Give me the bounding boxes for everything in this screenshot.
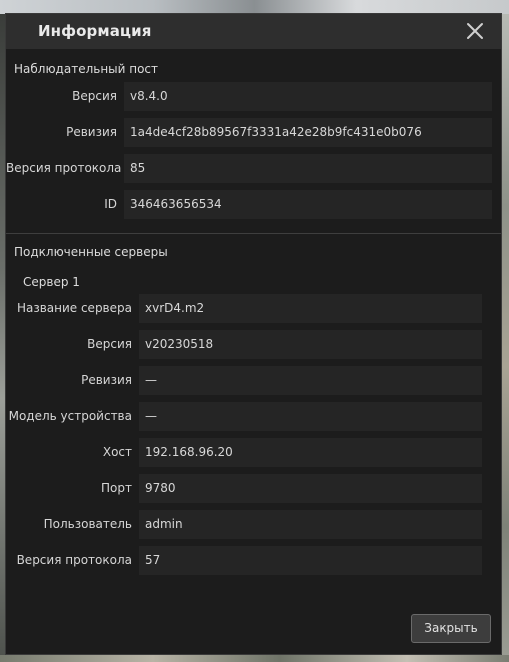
field-label: Модель устройства bbox=[8, 409, 132, 423]
dialog-title: Информация bbox=[38, 22, 152, 40]
field-label: Версия протокола bbox=[16, 553, 132, 567]
field-label: Название сервера bbox=[16, 301, 132, 315]
dialog-titlebar: Информация bbox=[6, 14, 501, 49]
section-divider bbox=[6, 233, 501, 234]
field-row-revision: Ревизия 1a4de4cf28b89567f3331a42e28b9fc4… bbox=[6, 118, 501, 147]
server-field-row-name: Название сервера xvrD4.m2 bbox=[6, 294, 501, 323]
background-video-bottom bbox=[0, 655, 509, 662]
field-row-version: Версия v8.4.0 bbox=[6, 82, 501, 111]
observation-post-heading: Наблюдательный пост bbox=[14, 62, 159, 76]
server-field-row-device-model: Модель устройства — bbox=[6, 402, 501, 431]
field-value: 85 bbox=[124, 154, 492, 183]
server-field-row-user: Пользователь admin bbox=[6, 510, 501, 539]
field-row-id: ID 346463656534 bbox=[6, 190, 501, 219]
close-button[interactable]: Закрыть bbox=[411, 614, 491, 643]
field-label: Хост bbox=[102, 445, 132, 459]
field-label: ID bbox=[104, 197, 117, 211]
field-value: 1a4de4cf28b89567f3331a42e28b9fc431e0b076 bbox=[124, 118, 492, 147]
field-label: Версия протокола bbox=[6, 161, 122, 175]
close-icon[interactable] bbox=[464, 20, 486, 42]
info-dialog: Информация Наблюдательный пост Версия v8… bbox=[5, 13, 502, 655]
background-video-right bbox=[502, 14, 509, 655]
field-label: Ревизия bbox=[81, 373, 132, 387]
field-label: Ревизия bbox=[66, 125, 117, 139]
field-value: admin bbox=[139, 510, 482, 539]
field-value: 57 bbox=[139, 546, 482, 575]
field-value: 192.168.96.20 bbox=[139, 438, 482, 467]
server-field-row-port: Порт 9780 bbox=[6, 474, 501, 503]
server-field-row-revision: Ревизия — bbox=[6, 366, 501, 395]
field-value: v8.4.0 bbox=[124, 82, 492, 111]
field-label: Пользователь bbox=[43, 517, 132, 531]
field-value: 9780 bbox=[139, 474, 482, 503]
field-label: Версия bbox=[87, 337, 132, 351]
field-value: xvrD4.m2 bbox=[139, 294, 482, 323]
server-name-heading: Сервер 1 bbox=[23, 275, 80, 289]
server-field-row-version: Версия v20230518 bbox=[6, 330, 501, 359]
field-label: Порт bbox=[101, 481, 132, 495]
server-field-row-protocol-version: Версия протокола 57 bbox=[6, 546, 501, 575]
field-value: — bbox=[139, 366, 482, 395]
field-row-protocol-version: Версия протокола 85 bbox=[6, 154, 501, 183]
field-label: Версия bbox=[72, 89, 117, 103]
field-value: 346463656534 bbox=[124, 190, 492, 219]
field-value: — bbox=[139, 402, 482, 431]
connected-servers-heading: Подключенные серверы bbox=[14, 245, 168, 259]
server-field-row-host: Хост 192.168.96.20 bbox=[6, 438, 501, 467]
field-value: v20230518 bbox=[139, 330, 482, 359]
background-video-top bbox=[0, 0, 509, 14]
